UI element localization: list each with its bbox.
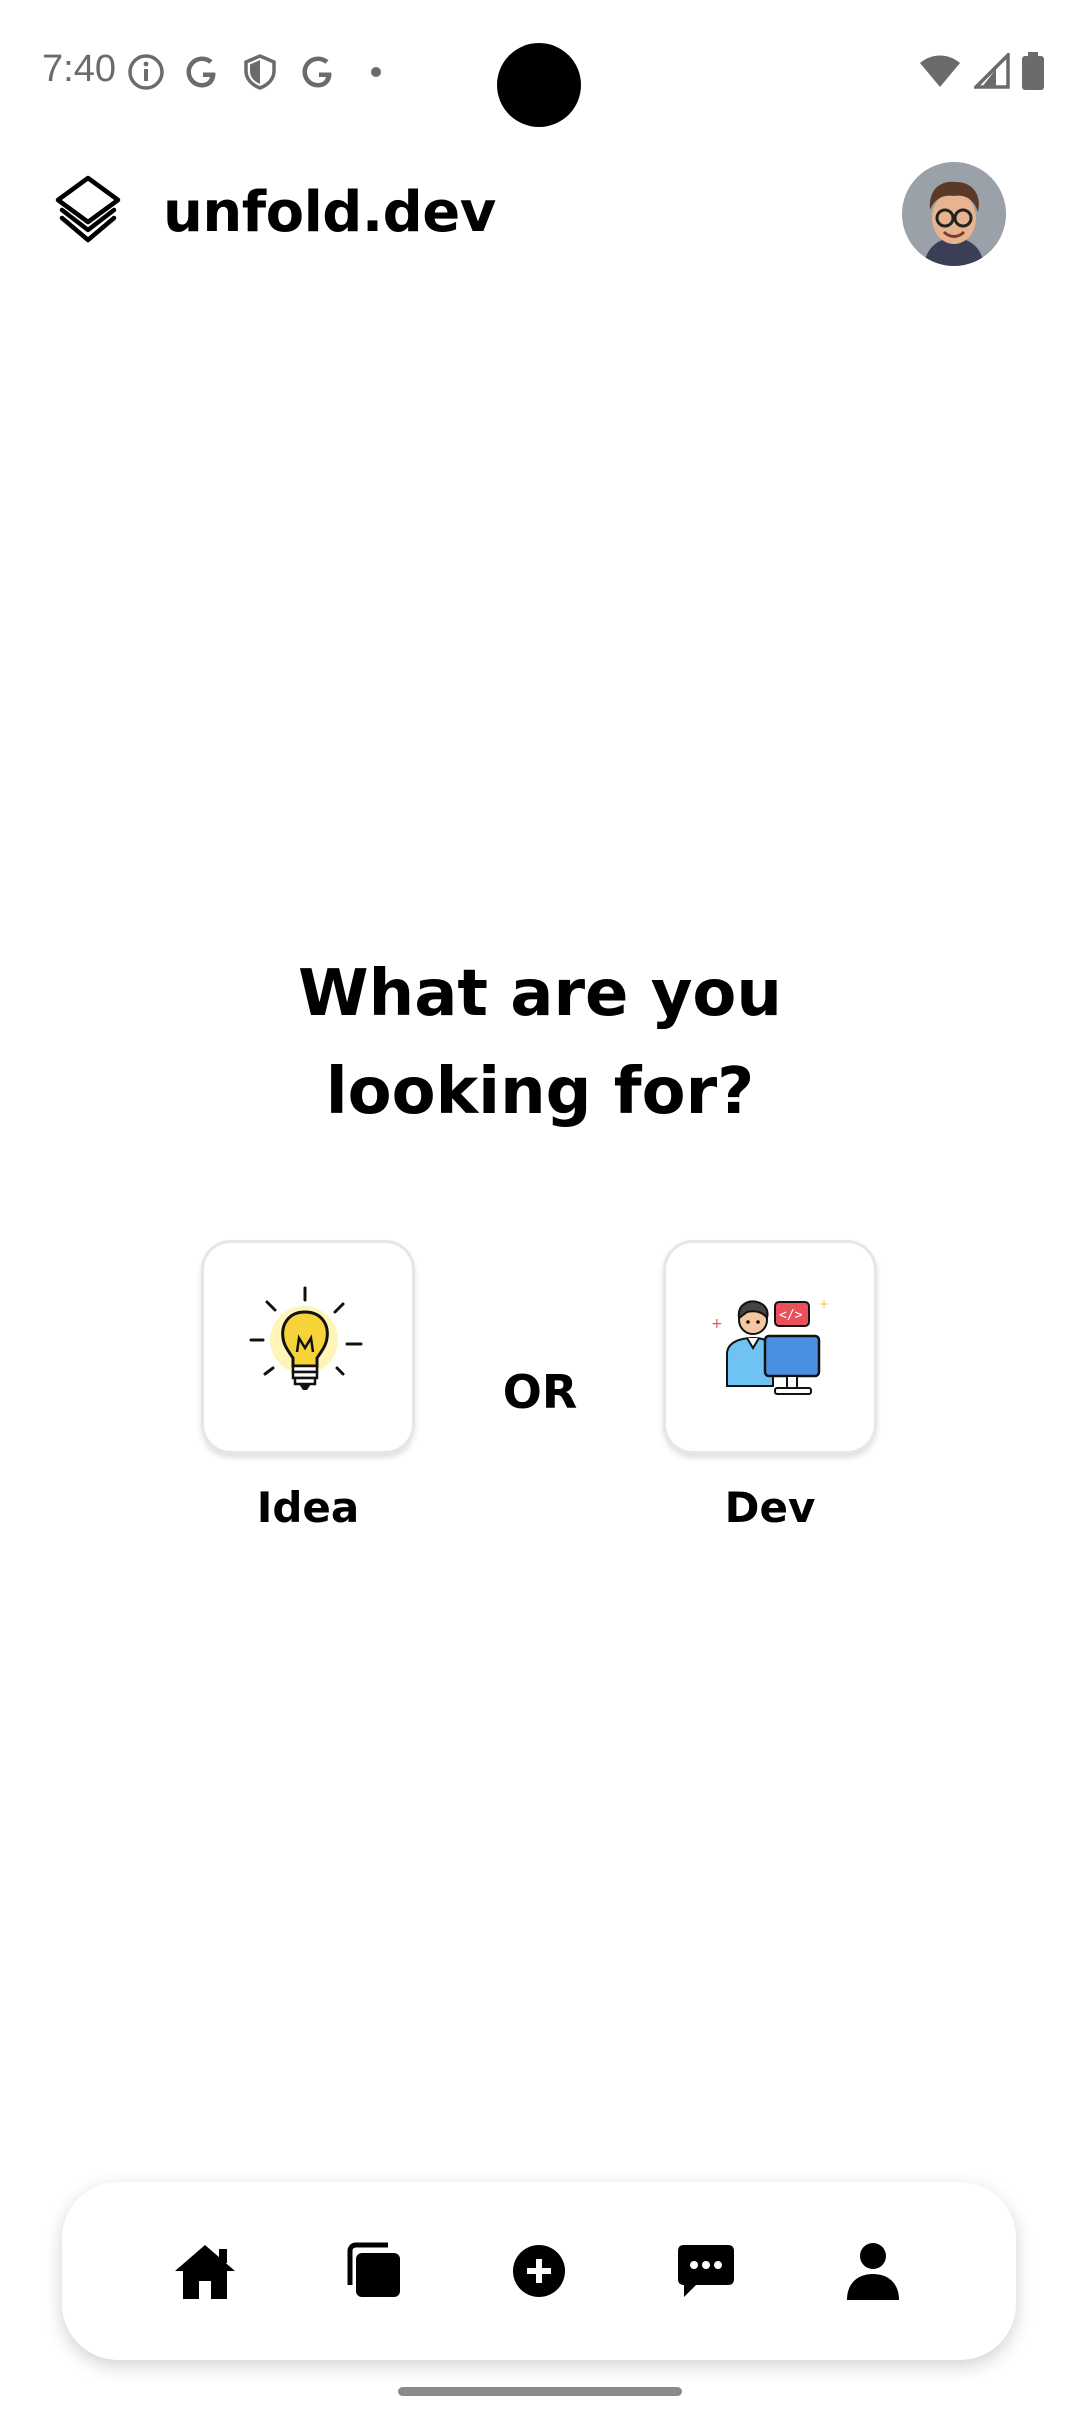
nav-home-button[interactable]: [170, 2236, 240, 2306]
signal-icon: [974, 53, 1010, 89]
or-separator: OR: [502, 1365, 578, 1419]
question-line-2: looking for?: [325, 1055, 755, 1129]
status-right-icons: [918, 52, 1044, 90]
google-icon: [302, 56, 332, 88]
question-line-1: What are you: [298, 957, 782, 1031]
app-bar: unfold.dev: [0, 160, 1080, 270]
profile-icon: [846, 2243, 899, 2300]
wifi-icon: [920, 55, 960, 87]
svg-text:</>: </>: [779, 1308, 803, 1323]
bottom-navigation: [62, 2182, 1016, 2360]
nav-add-button[interactable]: [504, 2236, 574, 2306]
home-icon: [175, 2245, 236, 2299]
dev-option-label: Dev: [724, 1483, 816, 1532]
status-time: 7:40: [42, 48, 116, 90]
avatar[interactable]: [902, 162, 1006, 266]
front-camera: [497, 43, 581, 127]
info-icon: [128, 54, 164, 90]
nav-collection-button[interactable]: [337, 2236, 407, 2306]
dot-icon: [371, 67, 381, 77]
shield-icon: [244, 54, 276, 90]
collection-icon: [347, 2242, 401, 2297]
layers-icon[interactable]: [48, 170, 128, 250]
question-heading: What are you looking for?: [0, 945, 1080, 1141]
nav-chat-button[interactable]: [671, 2236, 741, 2306]
chat-icon: [677, 2245, 734, 2297]
app-title: unfold.dev: [163, 180, 496, 245]
status-bar: 7:40: [0, 0, 1080, 140]
dev-option-button[interactable]: + + </>: [663, 1240, 877, 1454]
svg-text:+: +: [819, 1297, 829, 1311]
home-indicator[interactable]: [398, 2387, 682, 2396]
add-icon: [512, 2245, 565, 2297]
google-icon: [186, 56, 216, 88]
nav-profile-button[interactable]: [838, 2236, 908, 2306]
developer-icon: + + </>: [711, 1297, 829, 1395]
idea-option-label: Idea: [256, 1483, 360, 1532]
svg-text:+: +: [711, 1316, 723, 1332]
idea-option-button[interactable]: [201, 1240, 415, 1454]
battery-icon: [1022, 52, 1044, 90]
